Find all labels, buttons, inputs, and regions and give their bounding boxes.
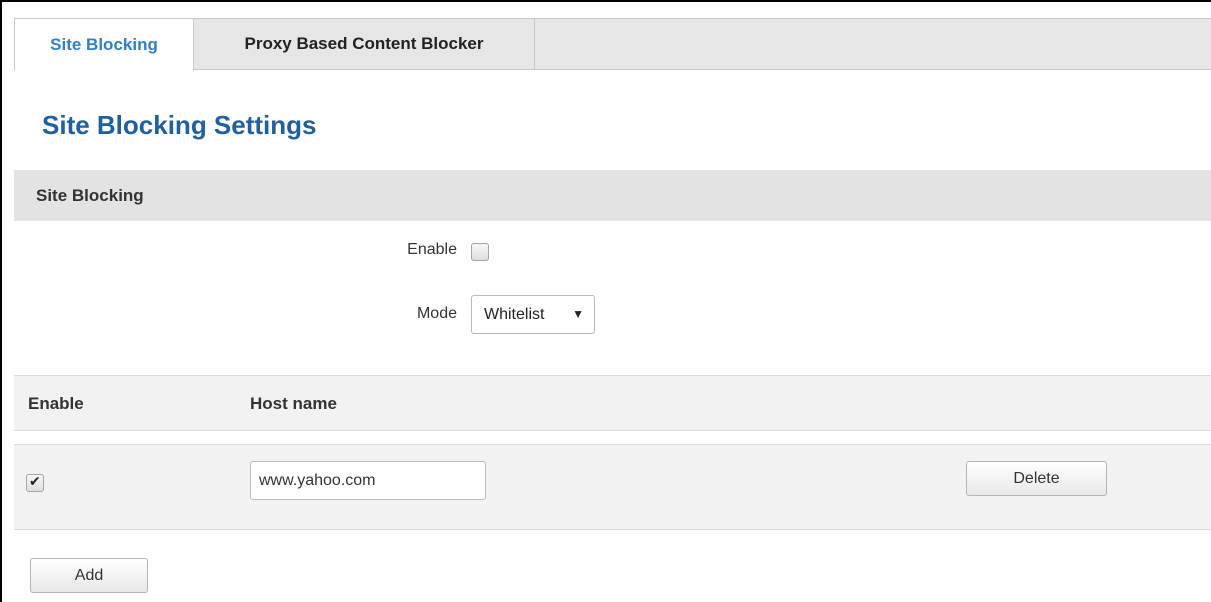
caret-down-icon: ▼ [572,307,584,321]
enable-label: Enable [407,241,457,258]
mode-select-value: Whitelist [484,305,545,323]
delete-button[interactable]: Delete [966,461,1107,496]
add-button-label: Add [74,566,104,584]
mode-label: Mode [416,305,457,322]
tab-proxy-content-blocker[interactable]: Proxy Based Content Blocker [194,18,535,70]
delete-button-label: Delete [1013,469,1060,487]
column-header-host-name: Host name [250,394,337,413]
app-frame: Site Blocking Proxy Based Content Blocke… [0,0,1211,602]
table-header: Enable Host name [14,375,1211,431]
tab-proxy-content-blocker-label: Proxy Based Content Blocker [244,34,484,53]
mode-select[interactable]: Whitelist ▼ [471,295,595,334]
tab-bar: Site Blocking Proxy Based Content Blocke… [14,18,1211,71]
row-enable-checkbox[interactable] [26,473,44,492]
add-button[interactable]: Add [30,558,148,593]
tab-site-blocking-label: Site Blocking [50,34,158,54]
page-title: Site Blocking Settings [42,110,317,140]
tab-site-blocking[interactable]: Site Blocking [14,18,194,71]
column-header-enable: Enable [28,394,84,413]
section-title: Site Blocking [36,185,144,205]
site-blocking-enable-checkbox[interactable] [471,243,489,261]
host-name-input[interactable] [250,461,486,500]
section-header: Site Blocking [14,170,1211,221]
